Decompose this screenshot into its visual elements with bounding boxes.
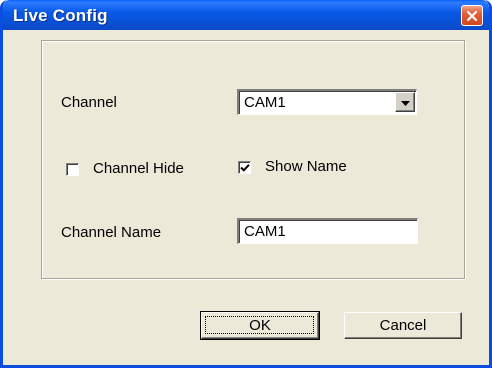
ok-button[interactable]: OK xyxy=(200,311,320,340)
dialog-title: Live Config xyxy=(13,6,108,25)
ok-button-label: OK xyxy=(249,317,271,334)
channel-hide-checkbox[interactable] xyxy=(66,163,79,176)
live-config-dialog: Live Config Channel CAM1 Channel Hide Sh… xyxy=(0,0,492,368)
close-button[interactable] xyxy=(461,5,483,26)
cancel-button-label: Cancel xyxy=(379,317,427,334)
show-name-label: Show Name xyxy=(265,158,347,175)
channel-dropdown-button[interactable] xyxy=(395,92,415,112)
channel-label: Channel xyxy=(61,94,117,111)
chevron-down-icon xyxy=(400,93,410,111)
channel-name-input[interactable]: CAM1 xyxy=(237,218,418,244)
channel-name-label: Channel Name xyxy=(61,224,162,241)
cancel-button[interactable]: Cancel xyxy=(344,312,462,339)
title-bar[interactable]: Live Config xyxy=(3,0,489,30)
show-name-checkbox[interactable] xyxy=(238,161,251,174)
close-icon xyxy=(466,10,478,22)
channel-select[interactable]: CAM1 xyxy=(237,89,417,115)
channel-hide-label: Channel Hide xyxy=(93,160,184,177)
channel-select-value: CAM1 xyxy=(244,94,286,111)
